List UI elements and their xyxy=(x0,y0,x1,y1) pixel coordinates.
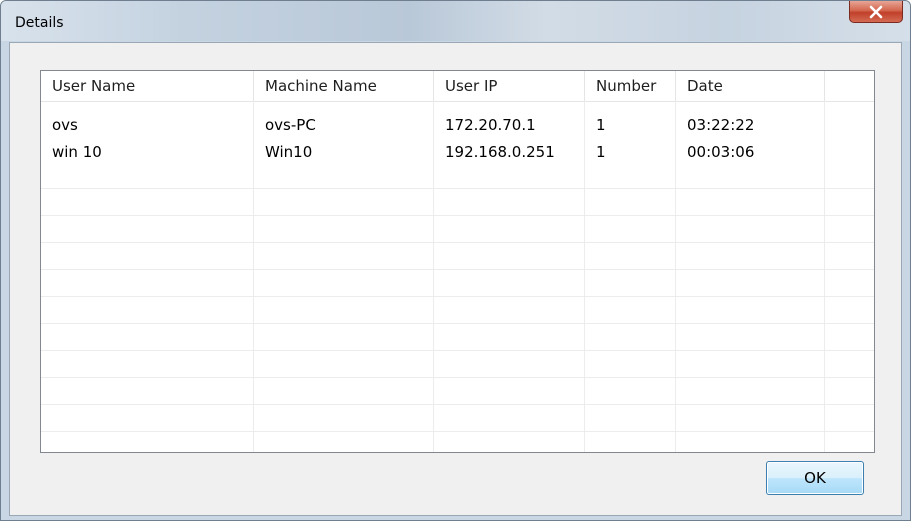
dialog-client-area: User Name Machine Name User IP Number Da… xyxy=(9,42,902,516)
cell-user-ip: 192.168.0.251 xyxy=(445,143,555,161)
column-header-date[interactable]: Date xyxy=(676,71,825,101)
column-header-user-ip[interactable]: User IP xyxy=(434,71,585,101)
title-bar[interactable]: Details xyxy=(1,1,910,41)
column-header-number[interactable]: Number xyxy=(585,71,676,101)
list-header: User Name Machine Name User IP Number Da… xyxy=(41,71,874,102)
window-title: Details xyxy=(15,15,64,31)
cell-date: 00:03:06 xyxy=(687,143,755,161)
column-header-filler xyxy=(825,71,874,101)
table-row[interactable]: ovs ovs-PC 172.20.70.1 1 03:22:22 xyxy=(41,116,874,135)
grid-line xyxy=(41,215,874,216)
grid-line xyxy=(41,296,874,297)
cell-user-ip: 172.20.70.1 xyxy=(445,116,536,134)
details-dialog: Details User Name Machine Name User IP N… xyxy=(0,0,911,521)
close-button[interactable] xyxy=(849,1,903,23)
cell-number: 1 xyxy=(596,116,606,134)
grid-line xyxy=(41,404,874,405)
table-row[interactable]: win 10 Win10 192.168.0.251 1 00:03:06 xyxy=(41,143,874,162)
cell-date: 03:22:22 xyxy=(687,116,755,134)
cell-user-name: win 10 xyxy=(52,143,102,161)
grid-line xyxy=(41,377,874,378)
column-header-user-name[interactable]: User Name xyxy=(41,71,254,101)
grid-line xyxy=(41,350,874,351)
cell-machine-name: Win10 xyxy=(265,143,313,161)
cell-number: 1 xyxy=(596,143,606,161)
ok-button[interactable]: OK xyxy=(766,461,864,495)
grid-line xyxy=(41,431,874,432)
grid-line xyxy=(41,323,874,324)
grid-line xyxy=(41,242,874,243)
cell-user-name: ovs xyxy=(52,116,78,134)
details-list-view[interactable]: User Name Machine Name User IP Number Da… xyxy=(40,70,875,453)
grid-line xyxy=(41,269,874,270)
close-icon xyxy=(869,5,883,18)
column-header-machine-name[interactable]: Machine Name xyxy=(254,71,434,101)
cell-machine-name: ovs-PC xyxy=(265,116,316,134)
grid-line xyxy=(41,188,874,189)
